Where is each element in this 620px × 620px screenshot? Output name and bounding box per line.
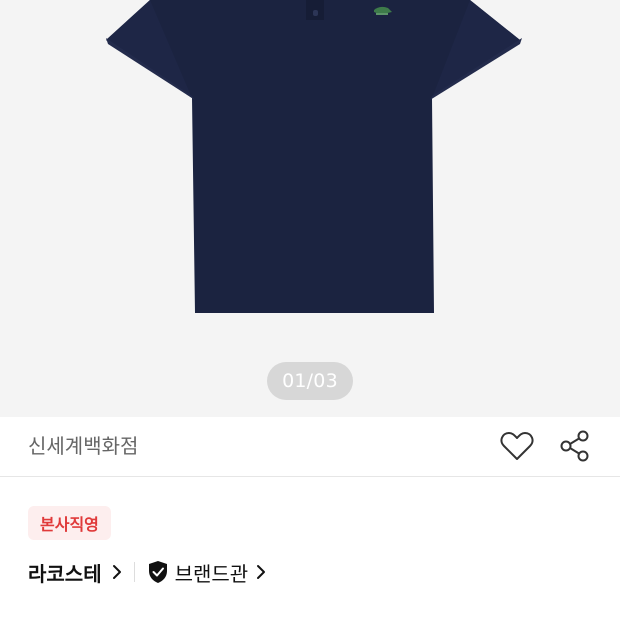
chevron-right-icon	[112, 564, 122, 580]
share-button[interactable]	[556, 427, 594, 465]
share-icon	[560, 430, 589, 462]
store-row: 신세계백화점	[0, 417, 620, 477]
brand-hall-label: 브랜드관	[174, 561, 249, 586]
divider	[133, 562, 135, 582]
brand-hall-link[interactable]: 브랜드관	[147, 558, 267, 587]
product-image	[106, 0, 522, 313]
image-counter: 01/03	[267, 362, 353, 400]
heart-outline-icon	[500, 432, 534, 460]
product-image-gallery[interactable]: 01/03	[0, 0, 620, 417]
brand-link[interactable]: 라코스테	[28, 558, 122, 587]
brand-name: 라코스테	[28, 561, 102, 586]
official-store-badge: 본사직영	[28, 506, 111, 540]
shield-check-icon	[147, 560, 169, 584]
brand-row: 라코스테 브랜드관	[28, 556, 266, 588]
store-name: 신세계백화점	[28, 434, 139, 458]
chevron-right-icon	[256, 564, 266, 580]
wishlist-button[interactable]	[498, 427, 536, 465]
